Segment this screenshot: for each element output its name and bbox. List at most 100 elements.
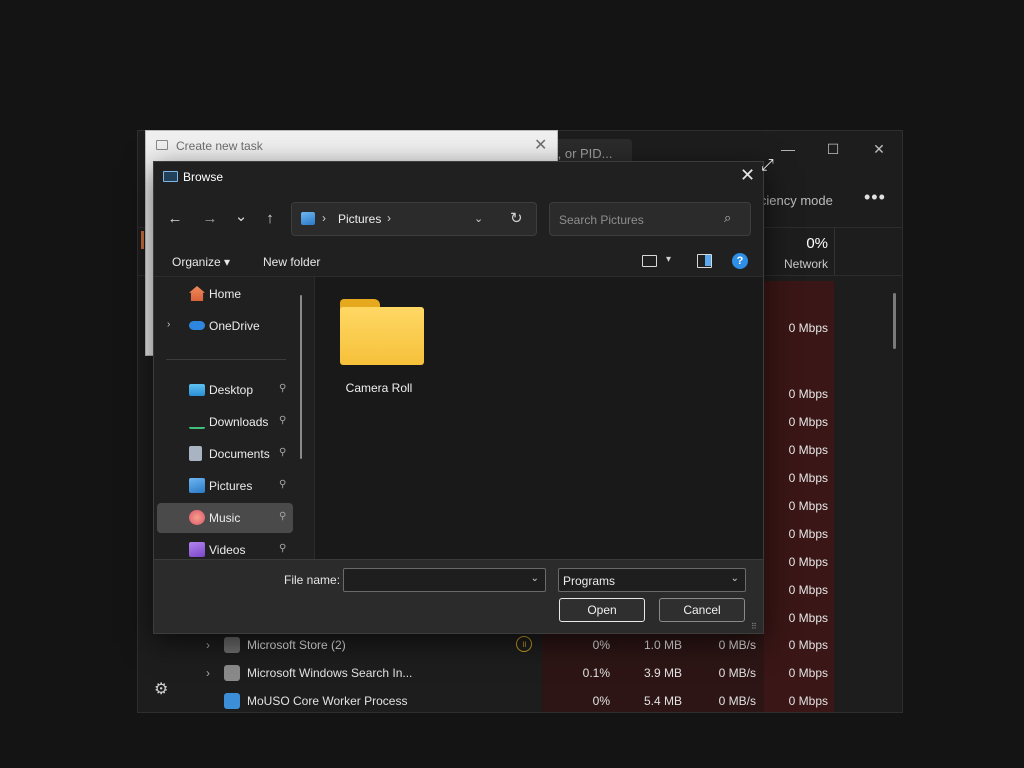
browse-dialog-icon (163, 171, 178, 182)
search-icon[interactable]: ⌕ (724, 210, 731, 226)
chevron-down-icon[interactable]: ⌄ (731, 573, 739, 584)
network-percent: 0% (806, 235, 828, 252)
breadcrumb-pictures[interactable]: Pictures (338, 212, 381, 226)
file-type-select[interactable]: Programs ⌄ (558, 568, 746, 592)
help-icon[interactable]: ? (732, 253, 748, 269)
nav-item-label: Home (209, 287, 242, 301)
navigation-pane: Home › OneDrive Desktop ⚲ Downloads ⚲ Documents… (154, 277, 314, 559)
chevron-down-icon[interactable]: ⌄ (531, 573, 539, 584)
network-cell: 0 Mbps (788, 611, 828, 625)
resize-grip-icon[interactable]: ⠿ (751, 622, 757, 631)
disk-value: 0 MB/s (718, 694, 756, 708)
nav-item-documents[interactable]: Documents ⚲ (157, 439, 293, 469)
recent-locations-chevron-icon[interactable]: ⌄ (231, 207, 251, 225)
file-type-value[interactable]: Programs (563, 574, 615, 588)
pin-icon[interactable]: ⚲ (279, 383, 286, 394)
address-history-chevron-icon[interactable]: ⌄ (474, 212, 483, 225)
network-value: 0 Mbps (788, 666, 828, 680)
nav-divider (166, 359, 286, 360)
network-column-header[interactable]: Network (760, 257, 828, 271)
network-cell: 0 Mbps (788, 387, 828, 401)
memory-value: 1.0 MB (643, 638, 682, 652)
nav-item-onedrive[interactable]: › OneDrive (157, 311, 293, 341)
open-button[interactable]: Open (559, 598, 645, 622)
new-folder-button[interactable]: New folder (263, 255, 320, 269)
documents-icon (189, 446, 202, 461)
forward-arrow-icon[interactable]: → (200, 210, 220, 227)
network-value: 0 Mbps (788, 638, 828, 652)
up-arrow-icon[interactable]: ↑ (260, 210, 280, 227)
nav-item-label: OneDrive (209, 319, 260, 333)
view-options-dropdown[interactable]: ▾ (666, 254, 671, 265)
process-name: Microsoft Windows Search In... (247, 666, 413, 680)
file-name-label: File name: (284, 573, 341, 587)
nav-item-label: Pictures (209, 479, 253, 493)
expand-chevron-icon[interactable]: › (206, 666, 210, 680)
memory-value: 3.9 MB (643, 666, 682, 680)
back-arrow-icon[interactable]: ← (165, 210, 185, 227)
pin-icon[interactable]: ⚲ (279, 543, 286, 554)
close-button[interactable]: ✕ (740, 165, 755, 186)
nav-item-label: Downloads (209, 415, 269, 429)
preview-pane-icon[interactable] (697, 254, 712, 268)
search-placeholder[interactable]: Search Pictures (559, 213, 644, 227)
nav-item-label: Desktop (209, 383, 254, 397)
cpu-value: 0.1% (582, 666, 610, 680)
file-name-combobox[interactable]: ⌄ (343, 568, 546, 592)
view-layout-icon[interactable] (642, 255, 657, 267)
folder-item[interactable]: Camera Roll (333, 295, 425, 405)
nav-selection-indicator (141, 231, 144, 249)
dialog-title: Create new task (176, 139, 263, 153)
home-icon (189, 286, 205, 301)
pin-icon[interactable]: ⚲ (279, 479, 286, 490)
file-name-bar: File name: ⌄ Programs ⌄ Open Cancel (154, 559, 763, 633)
breadcrumb-separator[interactable]: › (387, 211, 391, 225)
scrollbar-thumb[interactable] (893, 293, 896, 349)
nav-item-home[interactable]: Home (157, 279, 293, 309)
column-divider (834, 227, 835, 275)
nav-item-downloads[interactable]: Downloads ⚲ (157, 407, 293, 437)
suspended-status-icon: ॥ (516, 636, 532, 652)
pin-icon[interactable]: ⚲ (279, 511, 286, 522)
network-cell: 0 Mbps (788, 443, 828, 457)
nav-item-music[interactable]: Music ⚲ (157, 503, 293, 533)
process-row[interactable]: MoUSO Core Worker Process 0% 5.4 MB 0 MB/s 0… (138, 687, 902, 712)
breadcrumb-separator[interactable]: › (322, 211, 326, 225)
disk-value: 0 MB/s (718, 638, 756, 652)
close-button[interactable]: ✕ (857, 135, 901, 163)
organize-button[interactable]: Organize ▾ (172, 255, 230, 269)
nav-item-pictures[interactable]: Pictures ⚲ (157, 471, 293, 501)
dialog-title: Browse (183, 170, 224, 184)
nav-item-label: Videos (209, 543, 246, 557)
refresh-icon[interactable]: ↻ (510, 209, 523, 227)
close-button[interactable]: ✕ (534, 135, 547, 155)
process-row[interactable]: › Microsoft Store (2) ॥ 0% 1.0 MB 0 MB/s 0 Mbp… (138, 631, 902, 659)
expand-chevron-icon[interactable]: › (167, 319, 170, 330)
downloads-icon (189, 414, 205, 429)
pictures-icon (189, 478, 205, 493)
nav-scrollbar-thumb[interactable] (300, 295, 302, 459)
pin-icon[interactable]: ⚲ (279, 415, 286, 426)
network-cell: 0 Mbps (788, 583, 828, 597)
maximize-button[interactable]: ☐ (811, 135, 855, 163)
cpu-value: 0% (592, 694, 610, 708)
nav-item-desktop[interactable]: Desktop ⚲ (157, 375, 293, 405)
expand-chevron-icon[interactable]: › (206, 638, 210, 652)
videos-icon (189, 542, 205, 557)
onedrive-icon (189, 321, 205, 330)
process-name: Microsoft Store (2) (247, 638, 346, 652)
address-bar[interactable]: › Pictures › ⌄ ↻ (291, 202, 537, 236)
settings-gear-icon[interactable]: ⚙ (154, 679, 168, 699)
desktop-icon (189, 384, 205, 396)
process-icon (224, 665, 240, 681)
resize-cursor-icon: ⤢ (761, 157, 774, 174)
network-cell: 0 Mbps (788, 415, 828, 429)
process-row[interactable]: › Microsoft Windows Search In... 0.1% 3.9 M… (138, 659, 902, 687)
cancel-button[interactable]: Cancel (659, 598, 745, 622)
network-cell: 0 Mbps (788, 555, 828, 569)
music-icon (189, 510, 205, 525)
search-box[interactable]: Search Pictures ⌕ (549, 202, 751, 236)
pin-icon[interactable]: ⚲ (279, 447, 286, 458)
process-icon (224, 693, 240, 709)
more-options-icon[interactable]: ••• (864, 187, 886, 208)
